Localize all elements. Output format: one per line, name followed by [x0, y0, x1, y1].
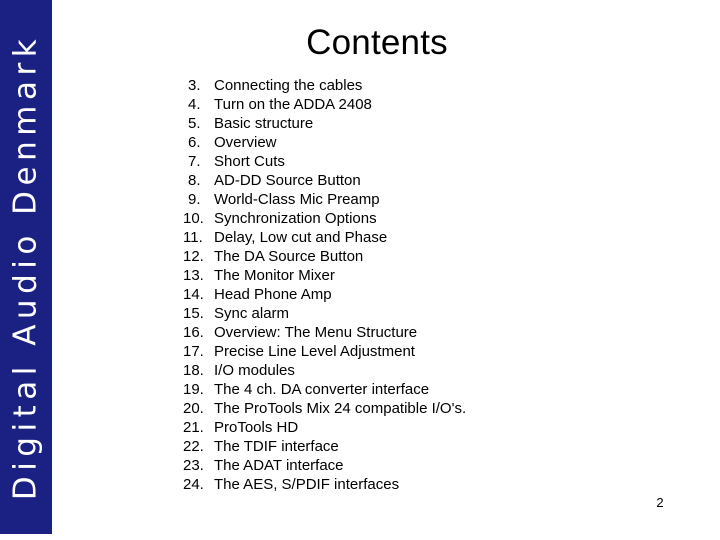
- contents-list: 3. Connecting the cables 4. Turn on the ADD…: [183, 76, 683, 494]
- contents-item-label: Delay, Low cut and Phase: [214, 229, 388, 246]
- contents-item-label: The TDIF interface: [214, 438, 339, 455]
- brand-sidebar: Digital Audio Denmark: [0, 0, 52, 534]
- contents-item-number: 18.: [183, 362, 204, 379]
- contents-list-item[interactable]: 23. The ADAT interface: [183, 456, 683, 475]
- contents-item-number: 19.: [183, 381, 204, 398]
- contents-item-label: Short Cuts: [214, 153, 285, 170]
- page-title: Contents: [306, 23, 448, 62]
- contents-item-number: 16.: [183, 324, 204, 341]
- contents-item-label: Turn on the ADDA 2408: [214, 96, 372, 113]
- contents-item-number: 13.: [183, 267, 204, 284]
- contents-item-number: 22.: [183, 438, 204, 455]
- contents-list-item[interactable]: 20. The ProTools Mix 24 compatible I/O's.: [183, 399, 683, 418]
- contents-list-item[interactable]: 11. Delay, Low cut and Phase: [183, 228, 683, 247]
- contents-item-number: 15.: [183, 305, 204, 322]
- contents-item-label: The AES, S/PDIF interfaces: [214, 476, 400, 493]
- brand-sidebar-label: Digital Audio Denmark: [7, 33, 44, 501]
- contents-item-number: 17.: [183, 343, 204, 360]
- contents-item-number: 20.: [183, 400, 204, 417]
- contents-list-item[interactable]: 16. Overview: The Menu Structure: [183, 323, 683, 342]
- contents-list-item[interactable]: 22. The TDIF interface: [183, 437, 683, 456]
- contents-list-item[interactable]: 12. The DA Source Button: [183, 247, 683, 266]
- contents-list-item[interactable]: 21. ProTools HD: [183, 418, 683, 437]
- contents-item-label: Overview: The Menu Structure: [214, 324, 418, 341]
- contents-item-number: 9.: [188, 191, 201, 208]
- contents-item-label: World-Class Mic Preamp: [214, 191, 380, 208]
- contents-item-number: 21.: [183, 419, 204, 436]
- contents-item-label: Precise Line Level Adjustment: [214, 343, 415, 360]
- contents-item-number: 12.: [183, 248, 204, 265]
- contents-item-label: The Monitor Mixer: [214, 267, 335, 284]
- contents-item-number: 14.: [183, 286, 204, 303]
- contents-item-label: The 4 ch. DA converter interface: [214, 381, 430, 398]
- contents-list-item[interactable]: 7. Short Cuts: [183, 152, 683, 171]
- contents-item-label: Synchronization Options: [214, 210, 377, 227]
- contents-list-item[interactable]: 9. World-Class Mic Preamp: [183, 190, 683, 209]
- contents-item-number: 23.: [183, 457, 204, 474]
- contents-list-item[interactable]: 4. Turn on the ADDA 2408: [183, 95, 683, 114]
- contents-item-label: Basic structure: [214, 115, 314, 132]
- contents-item-label: AD-DD Source Button: [214, 172, 361, 189]
- contents-list-item[interactable]: 5. Basic structure: [183, 114, 683, 133]
- contents-list-item[interactable]: 8. AD-DD Source Button: [183, 171, 683, 190]
- contents-list-item[interactable]: 13. The Monitor Mixer: [183, 266, 683, 285]
- contents-item-label: Connecting the cables: [214, 77, 363, 94]
- contents-item-number: 8.: [188, 172, 201, 189]
- contents-item-number: 10.: [183, 210, 204, 227]
- contents-item-label: The ProTools Mix 24 compatible I/O's.: [214, 400, 467, 417]
- page-number: 2: [656, 495, 664, 510]
- contents-list-item[interactable]: 14. Head Phone Amp: [183, 285, 683, 304]
- contents-list-item[interactable]: 3. Connecting the cables: [183, 76, 683, 95]
- contents-list-item[interactable]: 10. Synchronization Options: [183, 209, 683, 228]
- contents-item-number: 7.: [188, 153, 201, 170]
- contents-item-label: ProTools HD: [214, 419, 299, 436]
- contents-list-item[interactable]: 15. Sync alarm: [183, 304, 683, 323]
- contents-item-number: 3.: [188, 77, 201, 94]
- contents-list-item[interactable]: 19. The 4 ch. DA converter interface: [183, 380, 683, 399]
- contents-list-item[interactable]: 24. The AES, S/PDIF interfaces: [183, 475, 683, 494]
- contents-item-label: Sync alarm: [214, 305, 290, 322]
- contents-item-label: I/O modules: [214, 362, 295, 379]
- contents-list-item[interactable]: 18. I/O modules: [183, 361, 683, 380]
- contents-item-label: Overview: [214, 134, 277, 151]
- contents-item-number: 6.: [188, 134, 201, 151]
- contents-item-label: Head Phone Amp: [214, 286, 332, 303]
- presentation-slide: Digital Audio Denmark Contents 3. Connect…: [0, 0, 720, 540]
- contents-item-number: 11.: [183, 229, 203, 246]
- contents-item-number: 4.: [188, 96, 201, 113]
- contents-list-item[interactable]: 6. Overview: [183, 133, 683, 152]
- contents-item-number: 5.: [188, 115, 201, 132]
- contents-item-number: 24.: [183, 476, 204, 493]
- contents-item-label: The ADAT interface: [214, 457, 344, 474]
- contents-item-label: The DA Source Button: [214, 248, 364, 265]
- contents-list-item[interactable]: 17. Precise Line Level Adjustment: [183, 342, 683, 361]
